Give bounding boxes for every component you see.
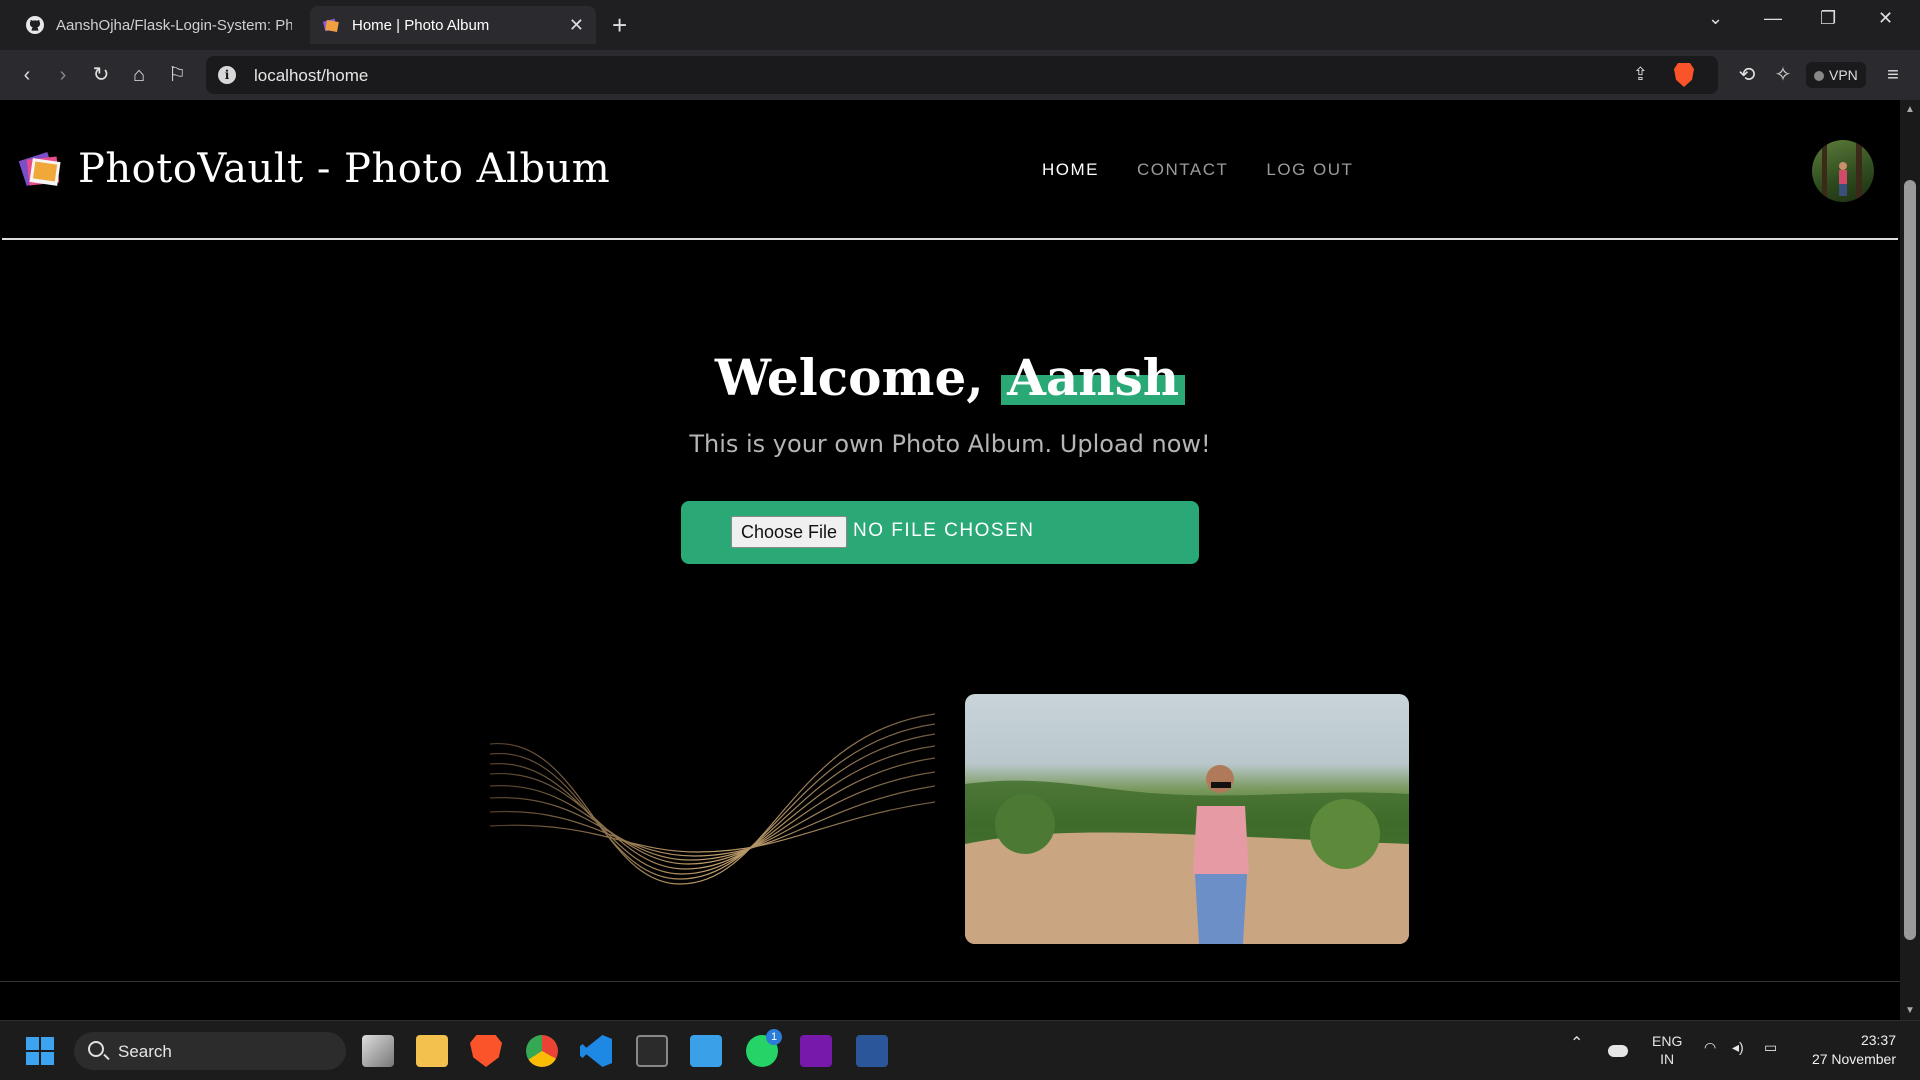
vscode-icon[interactable]	[580, 1035, 612, 1067]
upload-form[interactable]: Choose File NO FILE CHOSEN	[681, 501, 1199, 564]
windows-taskbar: Search 1 ⌃ ENG IN ◠ ◂) ▭ 23:37 27 Novemb…	[0, 1020, 1920, 1080]
task-view-icon[interactable]	[362, 1035, 394, 1067]
album-photo-portrait[interactable]	[965, 694, 1409, 944]
scroll-up-icon[interactable]: ▲	[1905, 104, 1915, 115]
forward-icon[interactable]: ›	[50, 62, 76, 88]
minimize-icon[interactable]: —	[1764, 8, 1782, 29]
tab-list-icon[interactable]: ⌄	[1708, 8, 1723, 29]
tab-github[interactable]: AanshOjha/Flask-Login-System: Pho	[14, 6, 304, 44]
new-tab-icon[interactable]: +	[612, 10, 627, 41]
nav-home-link[interactable]: HOME	[1042, 160, 1099, 180]
photo-album-logo-icon	[18, 146, 64, 192]
word-icon[interactable]	[856, 1035, 888, 1067]
address-bar[interactable]: i localhost/home ⇪	[206, 56, 1718, 94]
scroll-down-icon[interactable]: ▼	[1905, 1005, 1915, 1016]
brave-browser-icon[interactable]	[470, 1035, 502, 1067]
close-window-icon[interactable]: ✕	[1878, 8, 1893, 29]
whatsapp-badge: 1	[766, 1029, 782, 1045]
url-text: localhost/home	[254, 66, 369, 85]
file-status: NO FILE CHOSEN	[853, 520, 1035, 541]
search-label: Search	[118, 1042, 172, 1061]
terminal-icon[interactable]	[636, 1035, 668, 1067]
footer-divider	[0, 981, 1900, 982]
close-tab-icon[interactable]: ✕	[569, 15, 584, 36]
leo-ai-icon[interactable]: ✧	[1770, 62, 1796, 88]
github-icon	[26, 16, 44, 34]
reload-icon[interactable]: ↻	[88, 62, 114, 88]
web-page: PhotoVault - Photo Album HOME CONTACT LO…	[0, 100, 1900, 1020]
language-indicator[interactable]: ENG IN	[1652, 1032, 1682, 1068]
back-icon[interactable]: ‹	[14, 62, 40, 88]
file-explorer-icon[interactable]	[416, 1035, 448, 1067]
site-info-icon[interactable]: i	[218, 66, 236, 84]
taskbar-clock[interactable]: 23:37 27 November	[1800, 1031, 1896, 1069]
user-avatar[interactable]	[1812, 140, 1874, 202]
wifi-icon[interactable]: ◠	[1704, 1039, 1716, 1056]
onedrive-icon[interactable]	[1608, 1045, 1628, 1057]
windows-start-icon[interactable]	[24, 1035, 56, 1067]
nav-logout-link[interactable]: LOG OUT	[1266, 160, 1353, 180]
clock-time: 23:37	[1860, 1032, 1896, 1048]
page-scrollbar[interactable]: ▲ ▼	[1900, 100, 1920, 1020]
browser-toolbar: ‹ › ↻ ⌂ ⚐ i localhost/home ⇪ ⟲ ✧ VPN ≡	[0, 50, 1920, 100]
taskbar-search[interactable]: Search	[74, 1032, 346, 1070]
choose-file-button[interactable]: Choose File	[731, 516, 848, 548]
brave-shields-icon[interactable]	[1674, 63, 1694, 87]
tab-label: AanshOjha/Flask-Login-System: Pho	[56, 16, 292, 34]
user-name-highlight: Aansh	[1001, 348, 1186, 407]
chrome-icon[interactable]	[526, 1035, 558, 1067]
tab-photo-album[interactable]: Home | Photo Album ✕	[310, 6, 596, 44]
share-icon[interactable]: ⇪	[1633, 64, 1648, 85]
scrollbar-thumb[interactable]	[1904, 180, 1916, 940]
welcome-heading: Welcome, Aansh	[0, 348, 1900, 407]
site-brand[interactable]: PhotoVault - Photo Album	[18, 146, 610, 192]
notepad-icon[interactable]	[690, 1035, 722, 1067]
photo-album-favicon-icon	[322, 18, 339, 32]
clock-date: 27 November	[1811, 1051, 1896, 1067]
browser-tab-bar: AanshOjha/Flask-Login-System: Pho Home |…	[0, 0, 1920, 50]
brand-title: PhotoVault - Photo Album	[78, 146, 611, 192]
welcome-subtitle: This is your own Photo Album. Upload now…	[689, 430, 1211, 458]
rewards-icon[interactable]: ⟲	[1734, 62, 1760, 88]
home-icon[interactable]: ⌂	[126, 62, 152, 88]
bookmark-icon[interactable]: ⚐	[164, 62, 190, 88]
whatsapp-icon[interactable]: 1	[746, 1029, 782, 1067]
vpn-button[interactable]: VPN	[1806, 62, 1866, 88]
album-photo-gold-wave[interactable]	[490, 694, 935, 894]
restore-icon[interactable]: ❐	[1820, 8, 1836, 29]
menu-icon[interactable]: ≡	[1880, 62, 1906, 88]
battery-icon[interactable]: ▭	[1764, 1039, 1777, 1056]
tab-label: Home | Photo Album	[352, 16, 490, 34]
onenote-icon[interactable]	[800, 1035, 832, 1067]
show-hidden-icons-icon[interactable]: ⌃	[1570, 1033, 1583, 1053]
welcome-prefix: Welcome,	[714, 348, 984, 407]
search-icon	[88, 1041, 104, 1057]
nav-contact-link[interactable]: CONTACT	[1137, 160, 1228, 180]
volume-icon[interactable]: ◂)	[1732, 1039, 1744, 1056]
main-nav: HOME CONTACT LOG OUT	[1042, 160, 1391, 180]
header-divider	[2, 238, 1898, 240]
